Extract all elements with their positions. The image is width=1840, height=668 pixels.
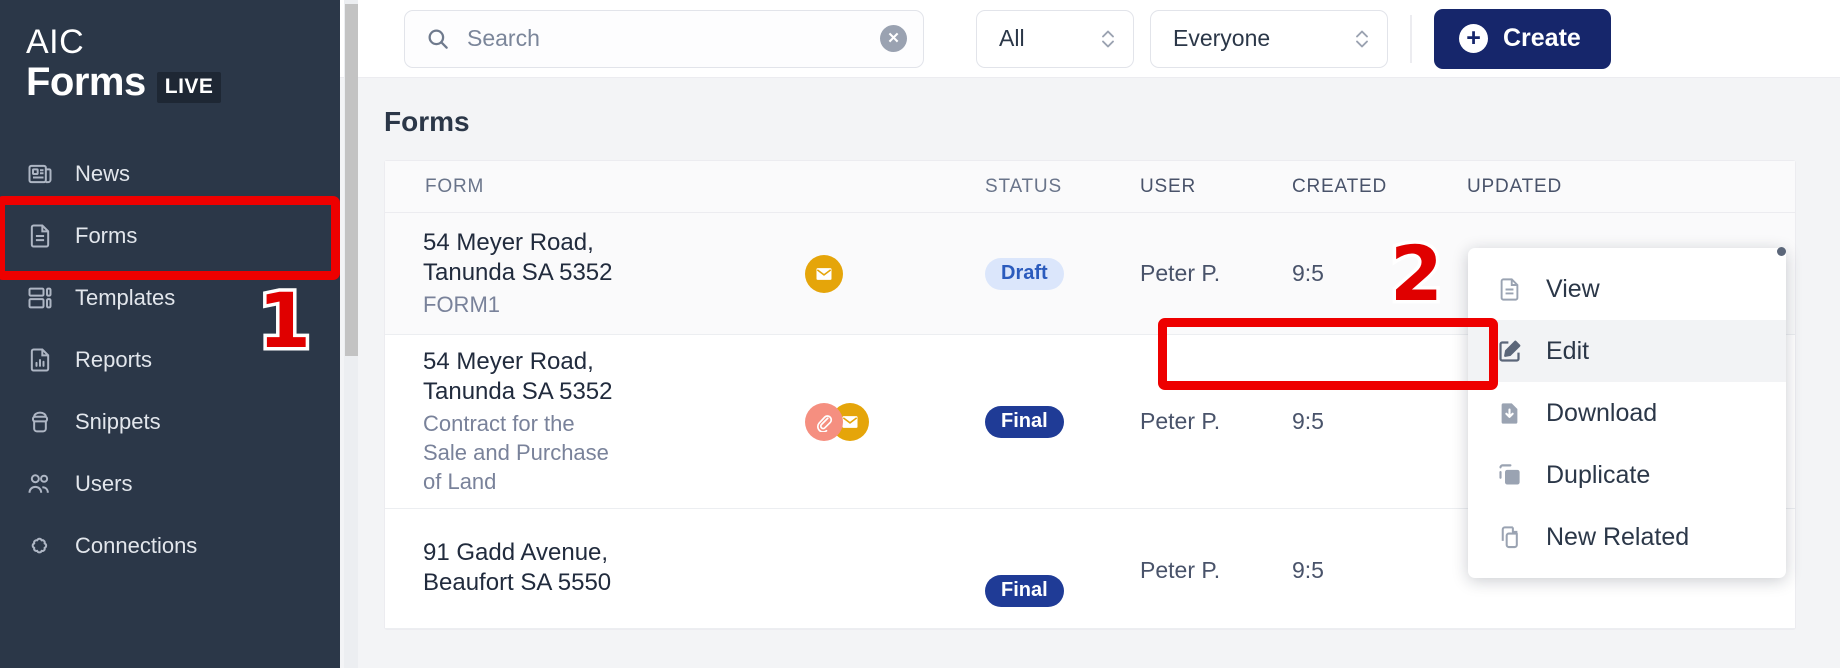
download-icon bbox=[1494, 398, 1524, 428]
search-input[interactable] bbox=[467, 25, 864, 52]
document-icon bbox=[25, 221, 55, 251]
duplicate-icon bbox=[1494, 460, 1524, 490]
cell-status: Final bbox=[985, 405, 1140, 438]
brand-logo: AIC Forms LIVE bbox=[0, 0, 340, 105]
cell-attachments bbox=[805, 402, 985, 441]
pencil-square-icon bbox=[1494, 336, 1524, 366]
cell-user: Peter P. bbox=[1140, 408, 1221, 434]
context-menu-item-label: Edit bbox=[1546, 336, 1590, 365]
brand-line-forms: Forms bbox=[26, 60, 146, 104]
filter-type-select[interactable]: All bbox=[976, 9, 1134, 68]
chevron-updown-icon bbox=[1353, 26, 1371, 52]
filter-type-value: All bbox=[999, 25, 1025, 51]
search-icon bbox=[425, 26, 451, 52]
cell-form: 91 Gadd Avenue, Beaufort SA 5550 bbox=[385, 538, 805, 600]
sidebar-item-label: Snippets bbox=[75, 409, 161, 434]
context-menu-item-duplicate[interactable]: Duplicate bbox=[1468, 444, 1786, 506]
create-button-label: Create bbox=[1503, 24, 1581, 52]
news-icon bbox=[25, 159, 55, 189]
form-address: 54 Meyer Road, Tanunda SA 5352 bbox=[423, 348, 613, 405]
cell-attachments bbox=[805, 254, 985, 293]
row-overflow-menu-dot[interactable] bbox=[1777, 247, 1786, 256]
sidebar-item-users[interactable]: Users bbox=[0, 453, 340, 515]
cell-user: Peter P. bbox=[1140, 260, 1221, 286]
context-menu-item-label: New Related bbox=[1546, 522, 1690, 551]
context-menu-item-edit[interactable]: Edit bbox=[1468, 320, 1786, 382]
table-header-row: FORM STATUS USER CREATED UPDATED bbox=[385, 161, 1795, 213]
document-icon bbox=[1494, 274, 1524, 304]
paperclip-icon[interactable] bbox=[805, 402, 843, 441]
cell-created: 9:5 bbox=[1292, 557, 1324, 583]
search-field-wrapper[interactable]: ✕ bbox=[404, 9, 924, 68]
sidebar-item-label: Forms bbox=[75, 223, 138, 248]
mail-icon[interactable] bbox=[805, 254, 843, 293]
report-chart-icon bbox=[25, 345, 55, 375]
sidebar-scrollbar-thumb[interactable] bbox=[345, 4, 358, 356]
cell-status: Final bbox=[985, 531, 1140, 607]
column-header-status[interactable]: STATUS bbox=[985, 176, 1140, 198]
sidebar-item-label: Connections bbox=[75, 533, 198, 558]
snippet-icon bbox=[25, 407, 55, 437]
sidebar-item-label: Users bbox=[75, 471, 133, 496]
create-button[interactable]: + Create bbox=[1434, 8, 1611, 69]
puzzle-icon bbox=[25, 531, 55, 561]
column-header-form[interactable]: FORM bbox=[385, 176, 805, 198]
status-badge: Final bbox=[985, 405, 1064, 438]
status-badge: Final bbox=[985, 574, 1064, 607]
cell-created: 9:5 bbox=[1292, 408, 1324, 434]
sidebar-item-snippets[interactable]: Snippets bbox=[0, 391, 340, 453]
sidebar-item-connections[interactable]: Connections bbox=[0, 515, 340, 577]
plus-icon: + bbox=[1459, 24, 1488, 53]
context-menu-item-new-related[interactable]: New Related bbox=[1468, 506, 1786, 568]
cell-form: 54 Meyer Road, Tanunda SA 5352 FORM1 bbox=[385, 228, 805, 319]
context-menu-item-label: View bbox=[1546, 274, 1600, 303]
cell-user: Peter P. bbox=[1140, 557, 1221, 583]
context-menu-item-label: Download bbox=[1546, 398, 1658, 427]
cell-form: 54 Meyer Road, Tanunda SA 5352 Contract … bbox=[385, 347, 805, 496]
toolbar: ✕ All Everyone bbox=[340, 0, 1840, 78]
annotation-step-2: 2 bbox=[1387, 229, 1447, 318]
users-icon bbox=[25, 469, 55, 499]
page-title: Forms bbox=[384, 106, 470, 137]
sidebar-item-label: News bbox=[75, 161, 131, 186]
main-content: ✕ All Everyone bbox=[340, 0, 1840, 668]
form-address: 91 Gadd Avenue, Beaufort SA 5550 bbox=[423, 538, 612, 596]
row-context-menu: View Edit Download Duplicate New Related bbox=[1468, 248, 1786, 578]
context-menu-item-label: Duplicate bbox=[1546, 460, 1651, 489]
context-menu-item-download[interactable]: Download bbox=[1468, 382, 1786, 444]
sidebar-item-label: Templates bbox=[75, 285, 176, 310]
column-header-user[interactable]: USER bbox=[1140, 176, 1292, 198]
sidebar-item-news[interactable]: News bbox=[0, 143, 340, 205]
status-badge: Draft bbox=[985, 257, 1064, 290]
app-root: AIC Forms LIVE News Forms Templates Repo… bbox=[0, 0, 1840, 668]
sidebar-item-label: Reports bbox=[75, 347, 153, 372]
sidebar-item-forms[interactable]: Forms bbox=[0, 205, 340, 267]
cell-status: Draft bbox=[985, 257, 1140, 290]
copy-pages-icon bbox=[1494, 522, 1524, 552]
filter-owner-value: Everyone bbox=[1173, 25, 1271, 51]
form-subtitle: FORM1 bbox=[423, 292, 500, 317]
context-menu-item-view[interactable]: View bbox=[1468, 258, 1786, 320]
clear-search-icon[interactable]: ✕ bbox=[880, 25, 907, 52]
column-header-created[interactable]: CREATED bbox=[1292, 176, 1467, 198]
brand-line-aic: AIC bbox=[26, 23, 85, 61]
column-header-updated[interactable]: UPDATED bbox=[1467, 176, 1795, 198]
toolbar-divider bbox=[1410, 14, 1412, 63]
filter-owner-select[interactable]: Everyone bbox=[1150, 9, 1388, 68]
brand-live-badge: LIVE bbox=[156, 71, 222, 103]
templates-icon bbox=[25, 283, 55, 313]
chevron-updown-icon bbox=[1099, 26, 1117, 52]
form-subtitle: Contract for the Sale and Purchase of La… bbox=[423, 411, 609, 494]
form-address: 54 Meyer Road, Tanunda SA 5352 bbox=[423, 229, 613, 286]
annotation-step-1: 1 bbox=[255, 276, 315, 365]
